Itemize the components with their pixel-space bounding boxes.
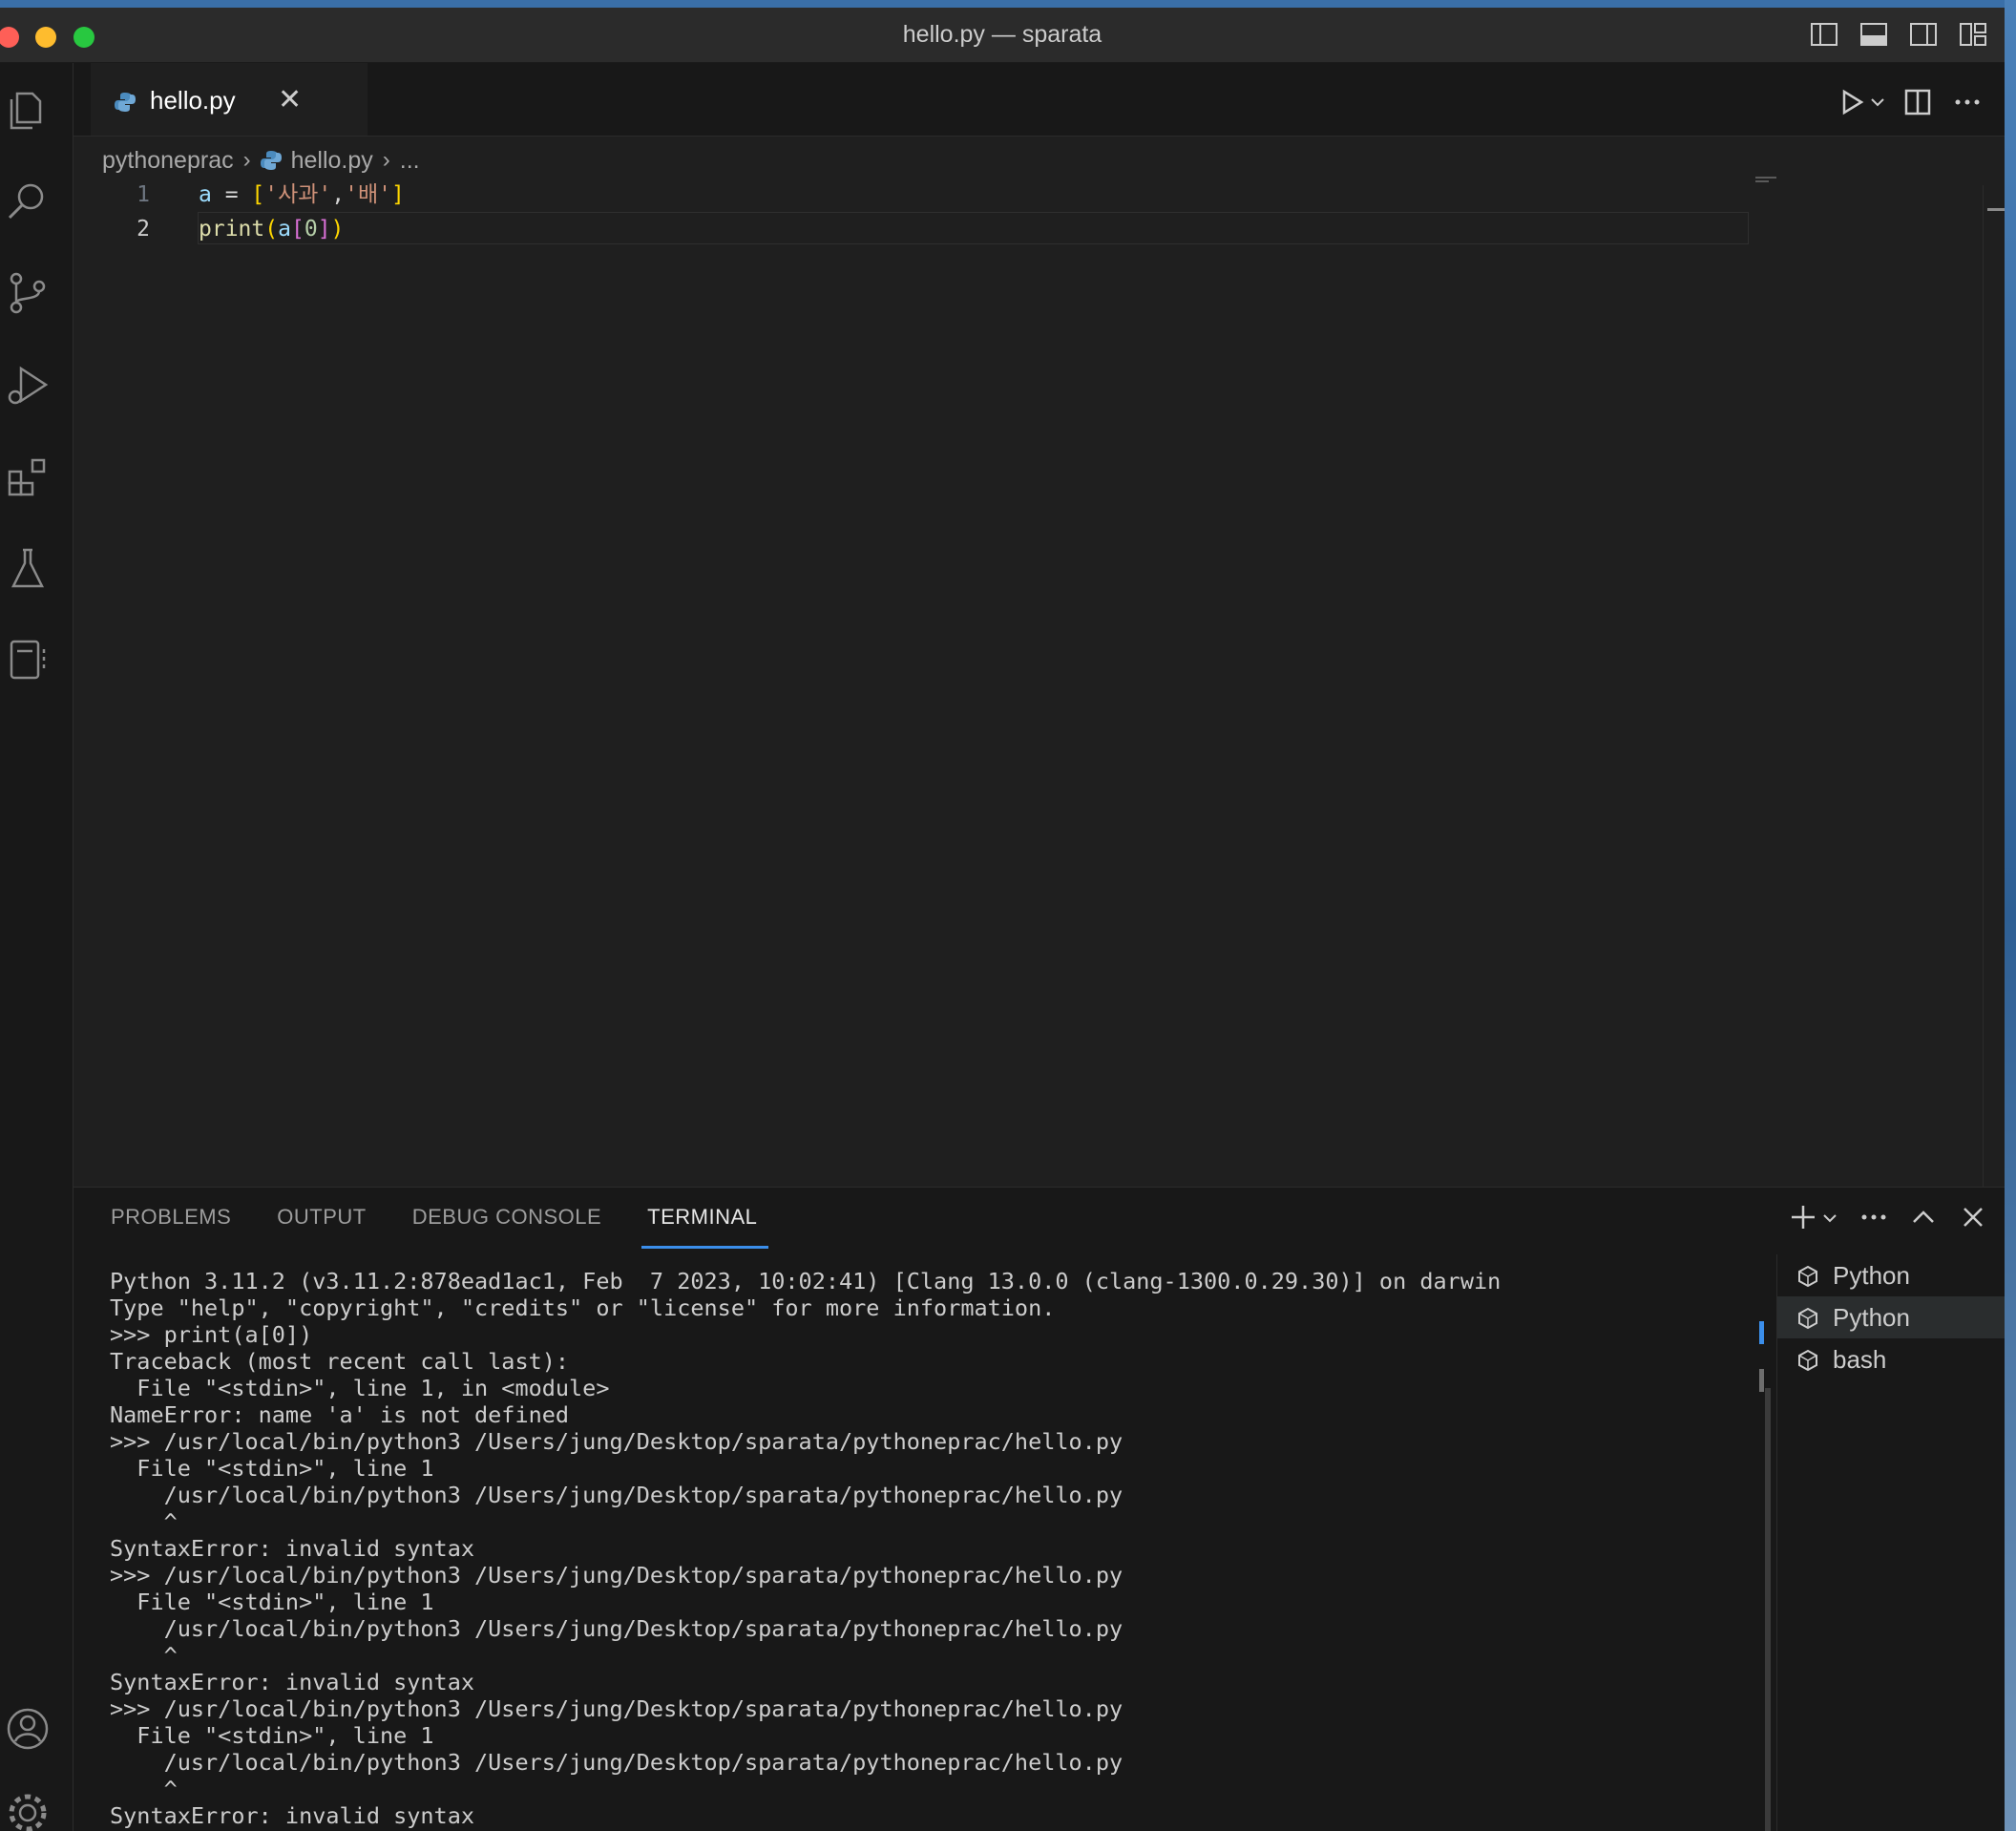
terminal-instance-bash[interactable]: bash: [1777, 1338, 2005, 1380]
more-actions-icon[interactable]: [1859, 1203, 1888, 1231]
terminal-line: SyntaxError: invalid syntax: [110, 1669, 475, 1695]
close-tab-icon[interactable]: ✕: [278, 86, 302, 115]
terminal-line: >>> /usr/local/bin/python3 /Users/jung/D…: [110, 1428, 1124, 1455]
extensions-icon[interactable]: [4, 452, 52, 500]
code-line[interactable]: 1 a = ['사과','배']: [74, 178, 1749, 212]
editor-tab-bar: hello.py ✕: [74, 63, 2005, 137]
terminal-line: >>> /usr/local/bin/python3 /Users/jung/D…: [110, 1562, 1124, 1589]
terminal-instances-list: Python Python bash: [1776, 1254, 2005, 1831]
terminal-line: Python 3.11.2 (v3.11.2:878ead1ac1, Feb 7…: [110, 1268, 1502, 1294]
window-title: hello.py — sparata: [902, 21, 1102, 48]
terminal-line: Traceback (most recent call last):: [110, 1348, 570, 1375]
toggle-primary-sidebar-icon[interactable]: [1810, 21, 1838, 48]
breadcrumb-folder[interactable]: pythoneprac: [102, 147, 234, 175]
tab-terminal[interactable]: TERMINAL: [641, 1188, 780, 1249]
terminal-line: ^: [110, 1642, 178, 1669]
editor-area: hello.py ✕ pythoneprac › hello.py › ... …: [74, 63, 2005, 1187]
tab-label: hello.py: [150, 86, 236, 115]
vscode-window: hello.py — sparata hello.py ✕ pythonepra…: [0, 8, 2005, 1831]
editor-scrollbar[interactable]: [1983, 185, 2005, 1187]
search-icon[interactable]: [4, 178, 52, 225]
terminal-instance-label: Python: [1833, 1303, 1910, 1332]
terminal-output[interactable]: Python 3.11.2 (v3.11.2:878ead1ac1, Feb 7…: [110, 1268, 1818, 1831]
close-panel-icon[interactable]: [1959, 1203, 1987, 1231]
source-control-icon[interactable]: [4, 269, 52, 317]
terminal-line: /usr/local/bin/python3 /Users/jung/Deskt…: [110, 1615, 1124, 1642]
line-number: 1: [136, 182, 150, 207]
activity-bar: [0, 63, 74, 1831]
breadcrumb: pythoneprac › hello.py › ...: [102, 141, 420, 179]
chevron-right-icon: ›: [382, 147, 390, 173]
current-line-highlight: [198, 212, 1749, 244]
chevron-down-icon[interactable]: [1821, 1203, 1838, 1231]
run-icon[interactable]: [1838, 88, 1865, 116]
terminal-line: /usr/local/bin/python3 /Users/jung/Deskt…: [110, 1749, 1124, 1776]
tab-problems[interactable]: PROBLEMS: [111, 1188, 254, 1247]
toggle-secondary-sidebar-icon[interactable]: [1909, 21, 1938, 48]
breadcrumb-symbols[interactable]: ...: [400, 147, 420, 175]
terminal-line: ^: [110, 1508, 178, 1535]
terminal-line: ^: [110, 1776, 178, 1802]
terminal-line: >>> /usr/local/bin/python3 /Users/jung/D…: [110, 1695, 1124, 1722]
bottom-panel: PROBLEMS OUTPUT DEBUG CONSOLE TERMINAL P…: [74, 1187, 2005, 1831]
terminal-instance-python[interactable]: Python: [1777, 1296, 2005, 1338]
python-file-icon: [260, 151, 282, 170]
settings-gear-icon[interactable]: [4, 1789, 52, 1831]
terminal-instance-icon: [1798, 1349, 1817, 1372]
terminal-line: >>> print(a[0]): [110, 1321, 313, 1348]
code-editor[interactable]: 1 a = ['사과','배'] 2 print(a[0]): [74, 178, 1749, 246]
terminal-line: File "<stdin>", line 1: [110, 1722, 434, 1749]
more-actions-icon[interactable]: [1953, 88, 1982, 116]
toggle-panel-icon[interactable]: [1859, 21, 1888, 48]
run-debug-icon[interactable]: [4, 361, 52, 409]
explorer-icon[interactable]: [4, 86, 52, 134]
terminal-line: Type "help", "copyright", "credits" or "…: [110, 1294, 1056, 1321]
terminal-line: File "<stdin>", line 1: [110, 1589, 434, 1615]
terminal-line: NameError: name 'a' is not defined: [110, 1401, 570, 1428]
breadcrumb-file[interactable]: hello.py: [291, 147, 373, 175]
customize-layout-icon[interactable]: [1959, 21, 1987, 48]
python-file-icon: [115, 93, 136, 112]
terminal-instance-python[interactable]: Python: [1777, 1254, 2005, 1296]
terminal-instance-label: Python: [1833, 1261, 1910, 1290]
tab-debug-console[interactable]: DEBUG CONSOLE: [412, 1188, 624, 1247]
split-editor-icon[interactable]: [1903, 88, 1932, 116]
terminal-line: SyntaxError: invalid syntax: [110, 1535, 475, 1562]
terminal-line: /usr/local/bin/python3 /Users/jung/Deskt…: [110, 1482, 1124, 1508]
desktop-background: [2005, 0, 2016, 1831]
terminal-instance-icon: [1798, 1265, 1817, 1288]
line-number: 2: [136, 217, 150, 242]
minimap[interactable]: [1755, 176, 1794, 183]
code-line-current[interactable]: 2 print(a[0]): [74, 212, 1749, 246]
terminal-line: File "<stdin>", line 1: [110, 1455, 434, 1482]
chevron-right-icon: ›: [242, 147, 251, 173]
title-bar: hello.py — sparata: [0, 8, 2005, 63]
panel-tabs: PROBLEMS OUTPUT DEBUG CONSOLE TERMINAL: [111, 1188, 803, 1249]
terminal-instance-label: bash: [1833, 1345, 1887, 1374]
notebook-icon[interactable]: [4, 636, 52, 684]
tab-output[interactable]: OUTPUT: [277, 1188, 388, 1247]
terminal-line: File "<stdin>", line 1, in <module>: [110, 1375, 610, 1401]
chevron-down-icon[interactable]: [1869, 95, 1886, 109]
tab-hello-py[interactable]: hello.py ✕: [91, 63, 368, 136]
terminal-line: SyntaxError: invalid syntax: [110, 1802, 475, 1829]
terminal-instance-icon: [1798, 1307, 1817, 1330]
new-terminal-icon[interactable]: [1789, 1203, 1817, 1231]
accounts-icon[interactable]: [4, 1705, 52, 1753]
terminal-scrollbar[interactable]: [1755, 1254, 1774, 1831]
maximize-panel-icon[interactable]: [1909, 1203, 1938, 1231]
testing-icon[interactable]: [4, 544, 52, 592]
